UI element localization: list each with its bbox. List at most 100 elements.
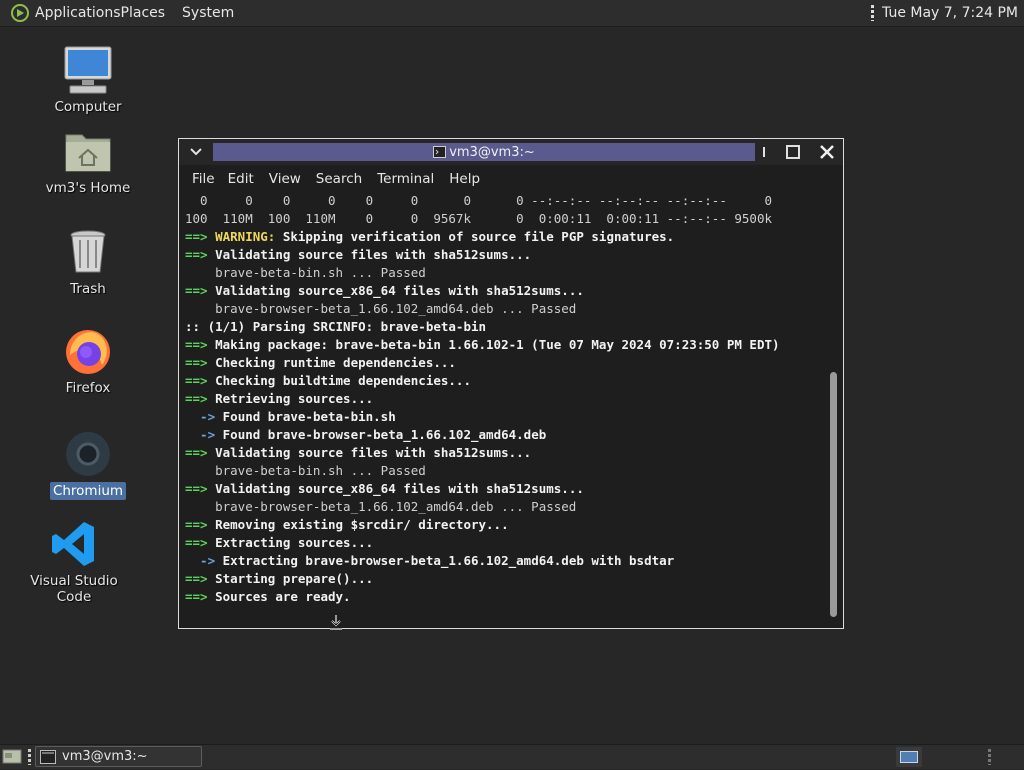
terminal-line: ==> Making package: brave-beta-bin 1.66.… — [185, 336, 825, 354]
terminal-text-segment: brave-beta-bin.sh ... Passed — [185, 463, 426, 478]
terminal-text-segment: ==> — [185, 247, 216, 262]
close-button[interactable] — [817, 142, 837, 162]
terminal-line: ==> Checking runtime dependencies... — [185, 354, 825, 372]
terminal-text-segment: 100 110M 100 110M 0 0 9567k 0 0:00:11 0:… — [185, 211, 772, 226]
menu-terminal[interactable]: Terminal — [377, 171, 434, 187]
terminal-line: ==> Validating source_x86_64 files with … — [185, 282, 825, 300]
terminal-text-segment: Found brave-beta-bin.sh — [222, 409, 396, 424]
terminal-text-segment: Validating source files with sha512sums.… — [215, 247, 532, 262]
terminal-text-segment: Extracting brave-browser-beta_1.66.102_a… — [222, 553, 675, 568]
terminal-text-segment: Checking buildtime dependencies... — [215, 373, 471, 388]
show-desktop-button[interactable] — [2, 747, 22, 766]
desktop-icon-firefox[interactable]: Firefox — [38, 325, 138, 397]
show-desktop-icon — [2, 749, 22, 764]
workspace-1[interactable] — [900, 751, 918, 763]
terminal-text-segment: :: (1/1) Parsing SRCINFO: brave-beta-bin — [185, 319, 487, 334]
chevron-down-icon — [190, 148, 202, 156]
minimize-button[interactable] — [759, 142, 779, 162]
desktop-icon-vscode[interactable]: Visual Studio Code — [24, 518, 124, 606]
menu-help[interactable]: Help — [449, 171, 480, 187]
applications-menu[interactable]: Applications — [10, 3, 121, 23]
terminal-scrollbar[interactable] — [827, 192, 841, 625]
terminal-line: 0 0 0 0 0 0 0 0 --:--:-- --:--:-- --:--:… — [185, 192, 825, 210]
terminal-text-segment: ==> — [185, 589, 216, 604]
terminal-text-segment: ==> — [185, 535, 216, 550]
system-menu[interactable]: System — [182, 5, 234, 21]
terminal-line: ==> Validating source_x86_64 files with … — [185, 480, 825, 498]
close-icon — [820, 145, 834, 159]
terminal-text-segment: ==> — [185, 391, 216, 406]
terminal-text-segment: ==> — [185, 481, 216, 496]
desktop-icon-label: Computer — [54, 99, 122, 115]
terminal-line: 100 110M 100 110M 0 0 9567k 0 0:00:11 0:… — [185, 210, 825, 228]
panel-grip-icon — [871, 5, 875, 21]
terminal-text-segment: Validating source files with sha512sums.… — [215, 445, 532, 460]
terminal-text-segment: ==> — [185, 571, 216, 586]
places-menu[interactable]: Places — [121, 5, 166, 21]
terminal-line: ==> Starting prepare()... — [185, 570, 825, 588]
terminal-text-segment: Checking runtime dependencies... — [215, 355, 456, 370]
firefox-icon — [62, 325, 114, 377]
desktop-icon-chromium[interactable]: Chromium — [38, 428, 138, 500]
clock[interactable]: Tue May 7, 7:24 PM — [882, 5, 1018, 21]
terminal-line: ==> WARNING: Skipping verification of so… — [185, 228, 825, 246]
window-menu-button[interactable] — [185, 142, 207, 162]
terminal-text-segment: ==> — [185, 283, 216, 298]
scrollbar-thumb[interactable] — [830, 372, 837, 617]
terminal-text-segment: Sources are ready. — [215, 589, 351, 604]
terminal-text-segment: Validating source_x86_64 files with sha5… — [215, 481, 584, 496]
terminal-line: ==> Retrieving sources... — [185, 390, 825, 408]
menu-view[interactable]: View — [269, 171, 301, 187]
terminal-text-segment: Extracting sources... — [215, 535, 374, 550]
panel-grip-icon — [28, 749, 31, 765]
desktop-icon-home[interactable]: vm3's Home — [38, 125, 138, 197]
window-title-area[interactable]: vm3@vm3:~ — [213, 143, 755, 161]
window-titlebar[interactable]: vm3@vm3:~ — [179, 139, 843, 165]
terminal-text-segment: ==> — [185, 337, 216, 352]
menu-search[interactable]: Search — [316, 171, 362, 187]
panel-clock-area: Tue May 7, 7:24 PM — [871, 0, 1018, 26]
desktop-icon-label: Visual Studio Code — [30, 573, 118, 605]
panel-grip-icon — [988, 749, 991, 765]
terminal-text-segment: Skipping verification of source file PGP… — [275, 229, 675, 244]
terminal-text-segment: brave-browser-beta_1.66.102_amd64.deb ..… — [185, 301, 577, 316]
window-title: vm3@vm3:~ — [449, 144, 535, 160]
desktop-icon-label: Trash — [70, 281, 106, 297]
distro-logo-icon — [11, 4, 29, 22]
chromium-icon — [62, 428, 114, 480]
terminal-line: ==> Checking buildtime dependencies... — [185, 372, 825, 390]
terminal-output[interactable]: 0 0 0 0 0 0 0 0 --:--:-- --:--:-- --:--:… — [185, 192, 825, 625]
computer-icon — [62, 44, 114, 96]
desktop-icon-computer[interactable]: Computer — [38, 44, 138, 116]
menu-edit[interactable]: Edit — [228, 171, 254, 187]
workspace-switcher[interactable] — [896, 747, 922, 767]
top-panel: Applications Places System Tue May 7, 7:… — [0, 0, 1024, 27]
terminal-text-segment: ==> — [185, 517, 216, 532]
terminal-icon — [40, 749, 56, 764]
desktop-icon-trash[interactable]: Trash — [38, 226, 138, 298]
taskbar-item-label: vm3@vm3:~ — [62, 749, 148, 764]
maximize-button[interactable] — [783, 142, 803, 162]
terminal-line: brave-beta-bin.sh ... Passed — [185, 462, 825, 480]
terminal-text-segment: Validating source_x86_64 files with sha5… — [215, 283, 584, 298]
terminal-line: -> Extracting brave-browser-beta_1.66.10… — [185, 552, 825, 570]
terminal-line: ==> Removing existing $srcdir/ directory… — [185, 516, 825, 534]
taskbar-item-terminal[interactable]: vm3@vm3:~ — [35, 746, 202, 767]
terminal-text-segment: ==> — [185, 373, 216, 388]
terminal-text-segment: 0 0 0 0 0 0 0 0 --:--:-- --:--:-- --:--:… — [185, 193, 772, 208]
desktop-icon-label: Firefox — [65, 380, 111, 396]
vscode-icon — [48, 518, 100, 570]
terminal-line: -> Found brave-beta-bin.sh — [185, 408, 825, 426]
menu-file[interactable]: File — [192, 171, 215, 187]
desktop-icon-label: vm3's Home — [45, 180, 131, 196]
terminal-text-segment: Starting prepare()... — [215, 571, 374, 586]
terminal-text-segment: -> — [185, 553, 223, 568]
terminal-window[interactable]: vm3@vm3:~ File Edit View Search Terminal… — [178, 138, 844, 629]
terminal-text-segment: Making package: brave-beta-bin 1.66.102-… — [215, 337, 780, 352]
terminal-text-segment: ==> — [185, 445, 216, 460]
terminal-line: -> Found brave-browser-beta_1.66.102_amd… — [185, 426, 825, 444]
terminal-text-segment: Retrieving sources... — [215, 391, 374, 406]
terminal-text-segment: Found brave-browser-beta_1.66.102_amd64.… — [222, 427, 547, 442]
desktop-icon-label: Chromium — [49, 482, 127, 500]
terminal-text-segment: brave-beta-bin.sh ... Passed — [185, 265, 426, 280]
